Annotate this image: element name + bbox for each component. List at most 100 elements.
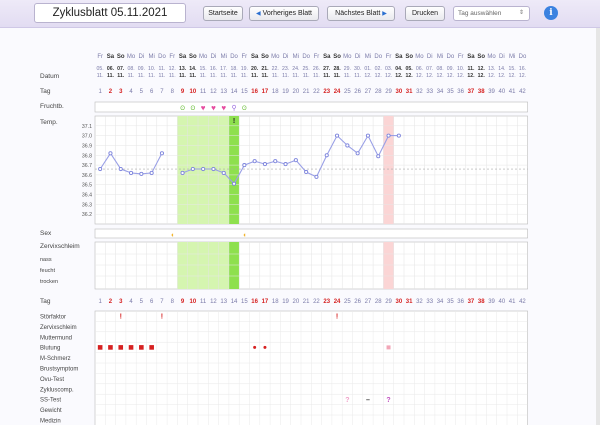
date-month-label: 11. [179, 73, 186, 79]
symptom-row-label: Gewicht [40, 408, 62, 414]
weekday-label: Fr [169, 54, 175, 60]
cycle-chart-sheet: Fr 05. 11. 1 1 Sa 06. 11. 2 2 So 07. 11. 3 3 Mo 08. 11. 4 4… [0, 28, 600, 425]
date-day-label: 26. [313, 66, 320, 72]
date-month-label: 12. [488, 73, 495, 79]
date-day-label: 10. [148, 66, 155, 72]
temperature-point[interactable] [304, 169, 309, 175]
weekday-label: Mo [343, 54, 352, 60]
weekday-label: Mi [437, 54, 443, 60]
temperature-point[interactable] [190, 166, 195, 172]
page-title: Zyklusblatt 05.11.2021 [34, 3, 186, 23]
weekday-label: Di [211, 54, 217, 60]
temperature-point[interactable] [149, 170, 154, 175]
temperature-point[interactable] [262, 162, 268, 167]
date-day-label: 09. [138, 66, 145, 72]
bleeding-marker[interactable] [149, 345, 154, 350]
row-label-nass: nass [40, 257, 52, 263]
temperature-point[interactable] [334, 133, 340, 138]
start-button[interactable]: Startseite [203, 6, 243, 21]
temp-tick-label: 36.9 [82, 143, 92, 149]
pain-marker[interactable] [263, 345, 267, 349]
cycle-day-number: 11 [200, 299, 207, 305]
date-month-label: 11. [138, 73, 145, 79]
cycle-day-number: 24 [334, 89, 341, 95]
date-day-label: 04. [395, 66, 403, 72]
temperature-point[interactable] [180, 170, 185, 175]
temperature-point[interactable] [283, 162, 288, 167]
temp-tick-label: 36.7 [82, 163, 92, 169]
next-sheet-button[interactable]: Nächstes Blatt ▶ [327, 6, 395, 21]
cycle-day-number: 15 [241, 89, 248, 95]
temperature-point[interactable] [345, 143, 350, 148]
temperature-point[interactable] [293, 158, 298, 163]
temperature-point[interactable] [396, 133, 401, 138]
temperature-point[interactable] [139, 171, 144, 176]
info-icon[interactable]: i [544, 6, 558, 20]
day-select[interactable]: Tag auswählen ⇕ [453, 6, 530, 21]
pain-marker[interactable] [253, 345, 257, 349]
cycle-day-number: 33 [426, 299, 433, 305]
cycle-day-number: 26 [354, 299, 361, 305]
temperature-point[interactable] [386, 133, 391, 138]
cycle-day-number: 23 [323, 89, 330, 95]
cycle-day-number: 32 [416, 89, 423, 95]
scrollbar[interactable] [596, 28, 600, 425]
date-day-label: 17. [220, 66, 227, 72]
date-month-label: 11. [303, 73, 310, 79]
ovu-test-marker[interactable] [386, 345, 391, 350]
date-month-label: 12. [509, 73, 516, 79]
temperature-point[interactable] [159, 151, 164, 156]
weekday-label: Mi [365, 54, 371, 60]
weekday-label: Mo [127, 54, 136, 60]
date-day-label: 18. [230, 66, 237, 72]
cycle-day-number: 16 [251, 89, 258, 95]
bleeding-marker[interactable] [118, 345, 124, 350]
date-day-label: 16. [519, 66, 526, 72]
temperature-point[interactable] [324, 153, 329, 158]
leaf-icon: ʘ [191, 106, 196, 112]
temperature-point[interactable] [211, 166, 216, 172]
temperature-point[interactable] [128, 170, 134, 175]
date-month-label: 12. [519, 73, 526, 79]
temperature-point[interactable] [242, 163, 247, 168]
bleeding-marker[interactable] [128, 345, 134, 350]
cycle-day-number: 30 [396, 89, 403, 95]
temp-tick-label: 37.1 [82, 124, 92, 130]
row-label-zervixschleim: Zervixschleim [40, 243, 80, 250]
temperature-point[interactable] [273, 159, 278, 164]
temperature-point[interactable] [98, 166, 103, 172]
temperature-point[interactable] [221, 170, 226, 175]
temperature-point[interactable] [118, 166, 123, 172]
date-day-label: 20. [251, 66, 259, 72]
print-button[interactable]: Drucken [405, 6, 445, 21]
temperature-point[interactable] [365, 133, 371, 138]
date-month-label: 11. [169, 73, 176, 79]
next-sheet-label: Nächstes Blatt [335, 10, 381, 17]
temp-tick-label: 36.8 [82, 153, 92, 159]
bleeding-marker[interactable] [108, 345, 113, 350]
cycle-day-number: 11 [200, 89, 207, 95]
fertile-day-highlight [187, 242, 198, 289]
temperature-point[interactable] [376, 154, 381, 159]
highlight-day-column [383, 116, 394, 224]
prev-sheet-button[interactable]: ◀ Vorheriges Blatt [249, 6, 319, 21]
temp-tick-label: 37.0 [82, 134, 92, 140]
cycle-day-number: 17 [262, 299, 269, 305]
cycle-day-number: 36 [457, 89, 464, 95]
cycle-day-number: 10 [190, 299, 197, 305]
temperature-point[interactable] [231, 181, 237, 186]
cycle-day-number: 21 [303, 89, 310, 95]
pregnancy-test-marker: ? [345, 397, 349, 404]
weekday-label: Mi [293, 54, 299, 60]
temperature-point[interactable] [314, 174, 319, 179]
temperature-point[interactable] [252, 159, 257, 164]
date-day-label: 16. [210, 66, 217, 72]
temperature-point[interactable] [201, 166, 206, 172]
temperature-point[interactable] [355, 151, 360, 156]
temperature-point[interactable] [108, 151, 113, 156]
bleeding-marker[interactable] [97, 345, 103, 350]
bleeding-marker[interactable] [139, 345, 144, 350]
weekday-label: Fr [242, 54, 248, 60]
weekday-label: Mi [148, 54, 154, 60]
disturbance-marker: ! [120, 314, 122, 321]
